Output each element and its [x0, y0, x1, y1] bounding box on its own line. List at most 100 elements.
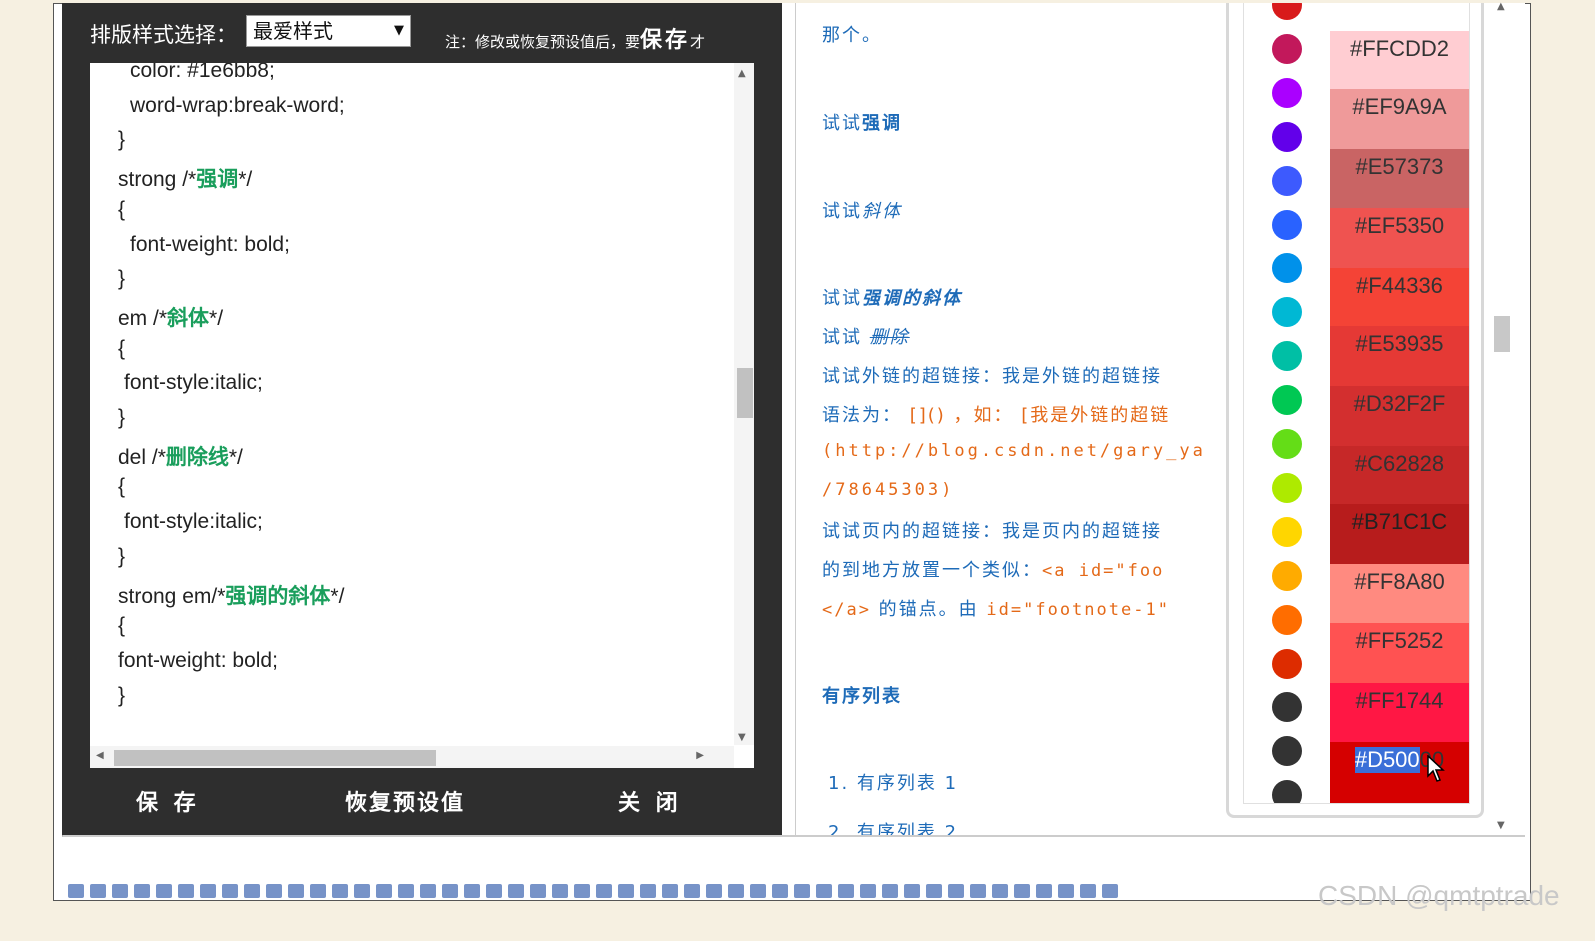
toolbar-button-icon[interactable] — [860, 884, 876, 898]
preview-inner-link[interactable]: 试试页内的超链接：我是页内的超链接 — [822, 517, 1162, 543]
color-swatch[interactable]: #E53935 — [1330, 326, 1469, 386]
toolbar-button-icon[interactable] — [992, 884, 1008, 898]
toolbar-button-icon[interactable] — [750, 884, 766, 898]
toolbar-button-icon[interactable] — [970, 884, 986, 898]
close-button[interactable]: 关 闭 — [618, 785, 682, 817]
color-swatch[interactable]: #EF5350 — [1330, 208, 1469, 268]
color-swatch[interactable]: #C62828 — [1330, 446, 1469, 504]
toolbar-button-icon[interactable] — [508, 884, 524, 898]
scroll-right-icon[interactable]: ▶ — [696, 750, 704, 761]
toolbar-button-icon[interactable] — [442, 884, 458, 898]
color-dot[interactable] — [1272, 560, 1302, 591]
color-dot[interactable] — [1272, 341, 1302, 372]
toolbar-button-icon[interactable] — [618, 884, 634, 898]
toolbar-button-icon[interactable] — [640, 884, 656, 898]
toolbar-button-icon[interactable] — [288, 884, 304, 898]
css-code-editor[interactable]: color: #1e6bb8; word-wrap:break-word;} str… — [90, 63, 754, 768]
toolbar-button-icon[interactable] — [706, 884, 722, 898]
toolbar-button-icon[interactable] — [90, 884, 106, 898]
toolbar-button-icon[interactable] — [596, 884, 612, 898]
color-dot[interactable] — [1272, 736, 1302, 767]
toolbar-button-icon[interactable] — [1014, 884, 1030, 898]
toolbar-button-icon[interactable] — [816, 884, 832, 898]
code-horizontal-scrollbar[interactable]: ◀ ▶ — [90, 746, 734, 768]
toolbar-button-icon[interactable] — [838, 884, 854, 898]
toolbar-button-icon[interactable] — [398, 884, 414, 898]
color-dot[interactable] — [1272, 297, 1302, 328]
toolbar-button-icon[interactable] — [376, 884, 392, 898]
preview-ext-link[interactable]: 试试外链的超链接：我是外链的超链接 — [822, 362, 1162, 388]
color-swatch[interactable]: #D50000 — [1330, 742, 1469, 803]
toolbar-button-icon[interactable] — [310, 884, 326, 898]
color-dot[interactable] — [1272, 604, 1302, 635]
color-dot[interactable] — [1272, 33, 1302, 64]
toolbar-button-icon[interactable] — [1036, 884, 1052, 898]
color-dot[interactable] — [1272, 209, 1302, 240]
toolbar-button-icon[interactable] — [882, 884, 898, 898]
color-dot[interactable] — [1272, 780, 1302, 803]
toolbar-button-icon[interactable] — [200, 884, 216, 898]
toolbar-button-icon[interactable] — [772, 884, 788, 898]
toolbar-button-icon[interactable] — [156, 884, 172, 898]
toolbar-button-icon[interactable] — [684, 884, 700, 898]
scroll-up-icon[interactable]: ▲ — [738, 68, 746, 79]
toolbar-button-icon[interactable] — [486, 884, 502, 898]
restore-defaults-button[interactable]: 恢复预设值 — [345, 785, 465, 817]
color-swatch[interactable]: #FF8A80 — [1330, 564, 1469, 623]
code-vertical-scrollbar[interactable]: ▲ ▼ — [734, 63, 754, 745]
color-dot[interactable] — [1272, 165, 1302, 196]
color-dot[interactable] — [1272, 692, 1302, 723]
color-swatch[interactable]: #FFCDD2 — [1330, 31, 1469, 89]
color-swatch[interactable]: #B71C1C — [1330, 504, 1469, 564]
toolbar-button-icon[interactable] — [926, 884, 942, 898]
preview-scroll-up-icon[interactable]: ▲ — [1497, 1, 1505, 12]
toolbar-button-icon[interactable] — [728, 884, 744, 898]
toolbar-button-icon[interactable] — [112, 884, 128, 898]
toolbar-button-icon[interactable] — [222, 884, 238, 898]
toolbar-button-icon[interactable] — [420, 884, 436, 898]
color-swatch[interactable]: #FF1744 — [1330, 683, 1469, 742]
toolbar-button-icon[interactable] — [530, 884, 546, 898]
toolbar-button-icon[interactable] — [244, 884, 260, 898]
toolbar-button-icon[interactable] — [178, 884, 194, 898]
scroll-down-icon[interactable]: ▼ — [738, 732, 746, 743]
color-dot[interactable] — [1272, 3, 1302, 20]
toolbar-button-icon[interactable] — [1058, 884, 1074, 898]
color-swatch[interactable]: #F44336 — [1330, 268, 1469, 326]
toolbar-button-icon[interactable] — [794, 884, 810, 898]
code-scroll-thumb[interactable] — [737, 368, 753, 418]
toolbar-button-icon[interactable] — [574, 884, 590, 898]
toolbar-button-icon[interactable] — [1102, 884, 1118, 898]
toolbar-button-icon[interactable] — [904, 884, 920, 898]
toolbar-button-icon[interactable] — [68, 884, 84, 898]
color-swatch[interactable]: #EF9A9A — [1330, 89, 1469, 149]
color-dot[interactable] — [1272, 385, 1302, 416]
color-dot[interactable] — [1272, 516, 1302, 547]
color-dot[interactable] — [1272, 472, 1302, 503]
color-swatch[interactable]: #D32F2F — [1330, 386, 1469, 446]
color-dot[interactable] — [1272, 253, 1302, 284]
toolbar-button-icon[interactable] — [662, 884, 678, 898]
selected-swatch-text[interactable]: #D500 — [1354, 747, 1420, 773]
toolbar-button-icon[interactable] — [1080, 884, 1096, 898]
preview-scroll-down-icon[interactable]: ▼ — [1497, 820, 1505, 831]
toolbar-button-icon[interactable] — [134, 884, 150, 898]
scroll-left-icon[interactable]: ◀ — [96, 750, 104, 761]
preview-scrollbar[interactable]: ▲ ▼ — [1492, 1, 1512, 833]
toolbar-button-icon[interactable] — [464, 884, 480, 898]
color-dot[interactable] — [1272, 77, 1302, 108]
preview-scroll-thumb[interactable] — [1494, 316, 1510, 352]
color-dot[interactable] — [1272, 429, 1302, 459]
style-select[interactable]: 最爱样式 ▼ — [246, 15, 411, 47]
color-swatch[interactable]: #E57373 — [1330, 149, 1469, 208]
toolbar-button-icon[interactable] — [266, 884, 282, 898]
toolbar-button-icon[interactable] — [332, 884, 348, 898]
code-hscroll-thumb[interactable] — [114, 750, 436, 766]
color-swatch[interactable]: #FF5252 — [1330, 623, 1469, 683]
save-button[interactable]: 保 存 — [136, 785, 200, 817]
toolbar-button-icon[interactable] — [948, 884, 964, 898]
toolbar-button-icon[interactable] — [354, 884, 370, 898]
color-dot[interactable] — [1272, 648, 1302, 679]
toolbar-button-icon[interactable] — [552, 884, 568, 898]
color-dot[interactable] — [1272, 121, 1302, 152]
